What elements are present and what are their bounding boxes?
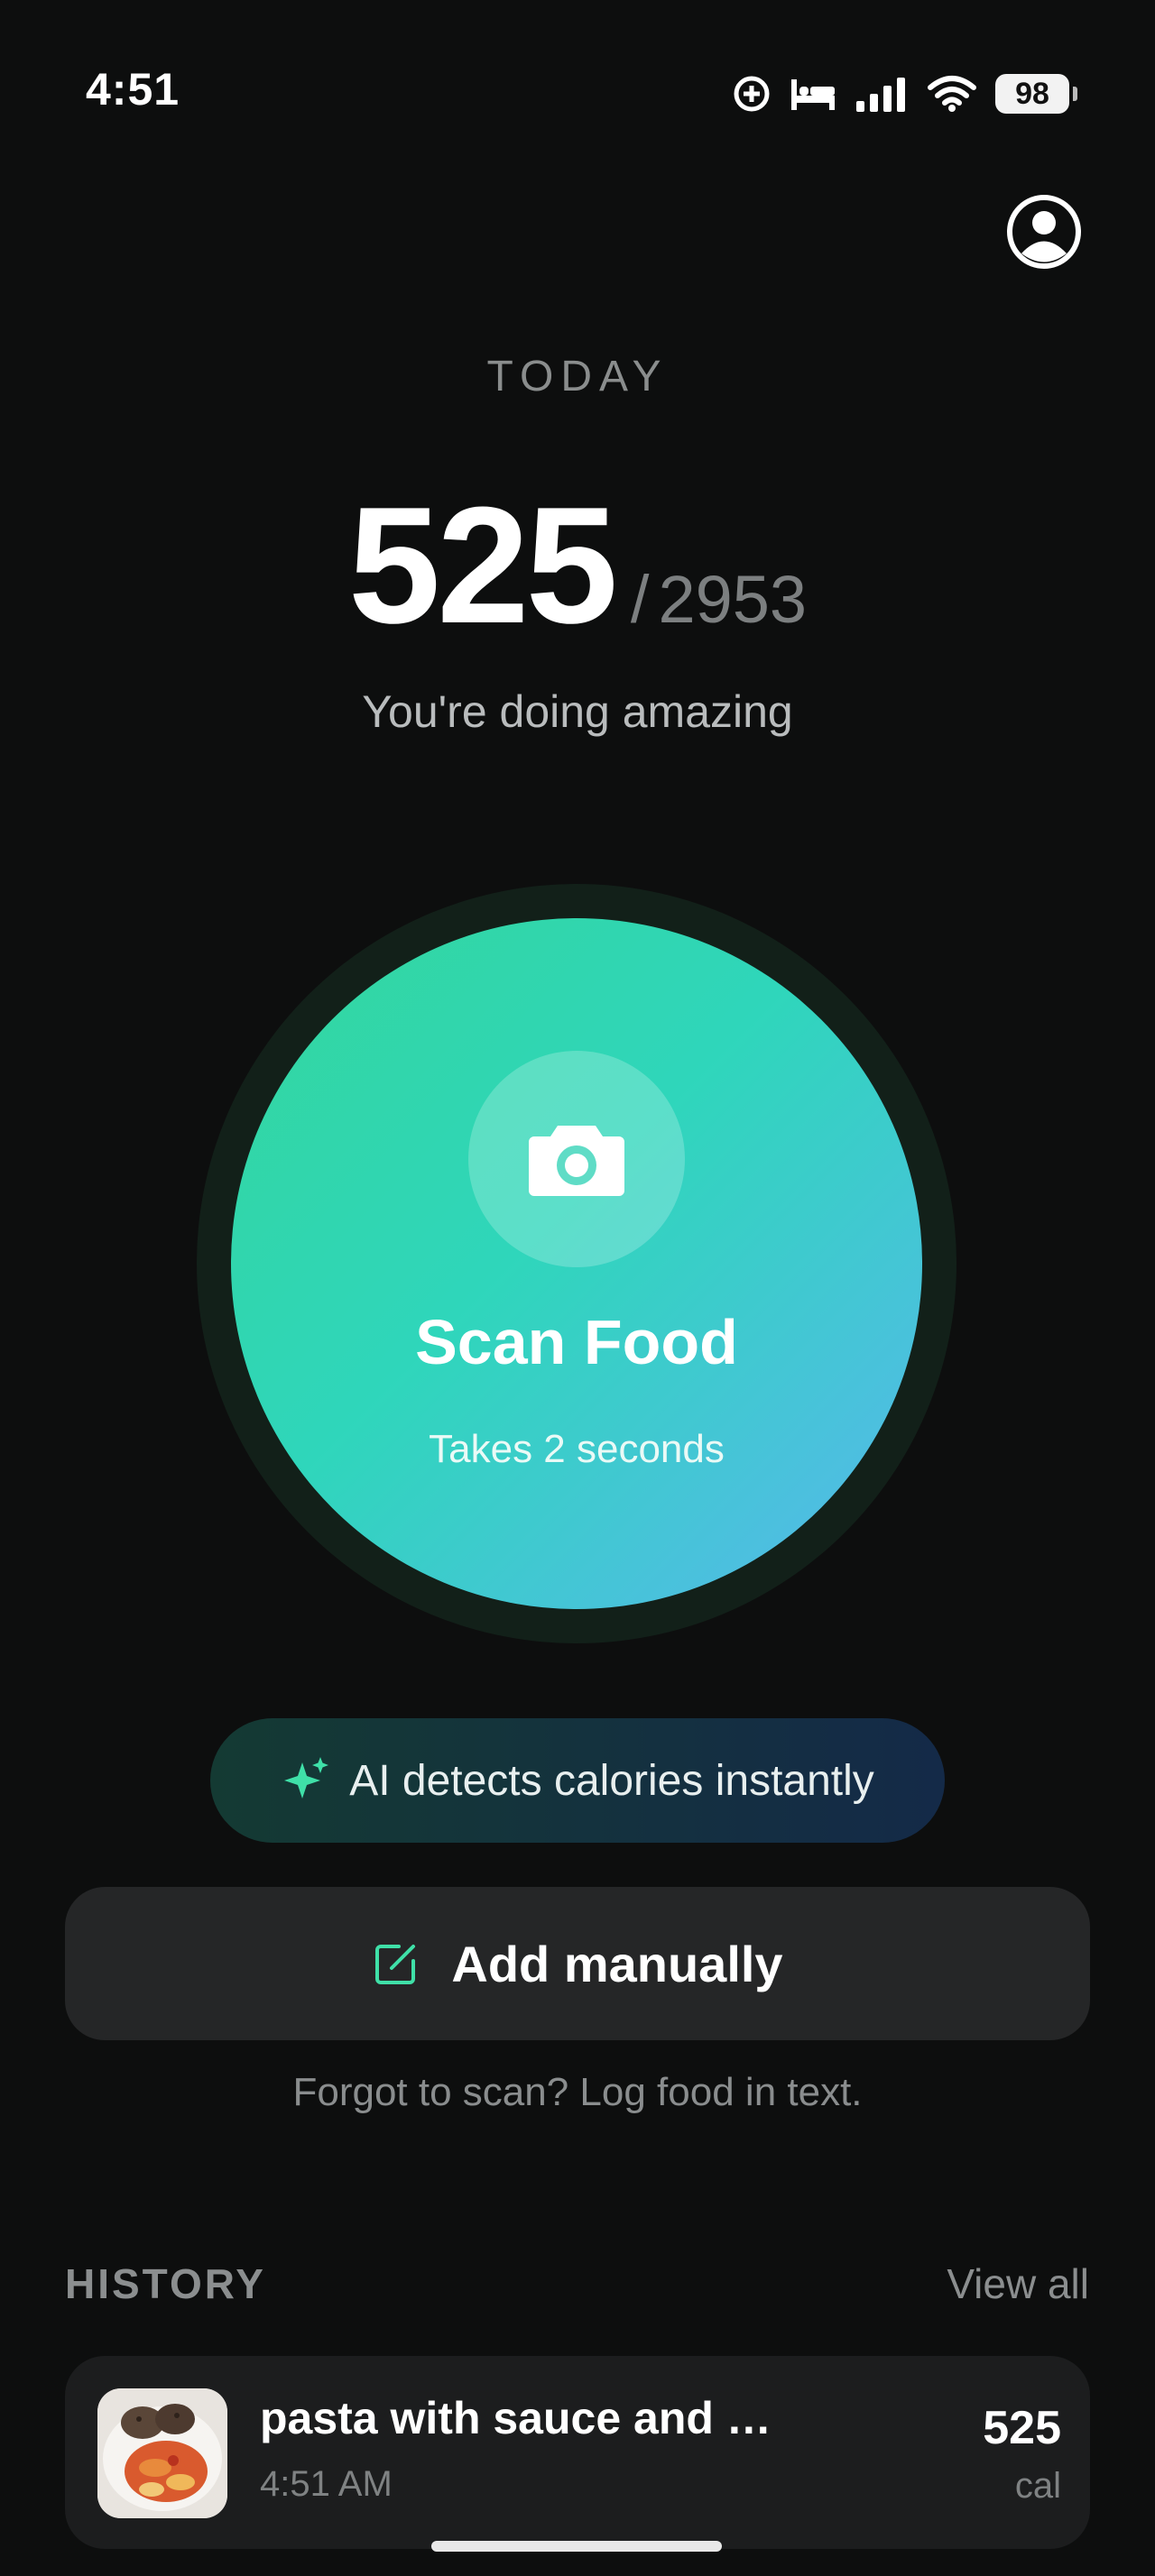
signal-icon — [856, 78, 905, 112]
status-icons: 98 — [732, 67, 1077, 121]
food-calories-unit: cal — [1014, 2466, 1061, 2506]
scan-food-title: Scan Food — [415, 1307, 738, 1377]
food-thumbnail — [97, 2388, 227, 2518]
encouragement-text: You're doing amazing — [362, 686, 793, 737]
food-name: pasta with sauce and meat patti… — [260, 2393, 801, 2443]
scan-food-subtitle: Takes 2 seconds — [429, 1427, 725, 1471]
profile-button[interactable] — [1005, 193, 1083, 271]
add-manually-button[interactable]: Add manually — [65, 1887, 1090, 2040]
calories-goal: 2953 — [658, 562, 808, 637]
food-time: 4:51 AM — [260, 2464, 393, 2504]
history-title: HISTORY — [65, 2260, 266, 2307]
status-time: 4:51 — [86, 64, 180, 115]
camera-icon — [529, 1126, 624, 1196]
edit-note-icon — [375, 1945, 416, 1984]
focus-icon — [734, 76, 770, 112]
manual-hint: Forgot to scan? Log food in text. — [292, 2070, 863, 2114]
account-circle-icon — [1007, 195, 1081, 269]
battery-level: 98 — [1015, 76, 1049, 111]
camera-badge — [468, 1051, 685, 1267]
history-item[interactable]: pasta with sauce and meat patti… 4:51 AM… — [65, 2356, 1090, 2549]
ai-feature-text: AI detects calories instantly — [349, 1756, 874, 1805]
add-manually-label: Add manually — [451, 1935, 783, 1992]
today-label: TODAY — [486, 353, 669, 400]
battery-icon: 98 — [995, 74, 1077, 114]
food-photo — [97, 2388, 227, 2518]
ai-feature-pill: AI detects calories instantly — [210, 1718, 945, 1843]
calorie-summary: 525/2953 — [0, 469, 1155, 660]
food-calories: 525 — [983, 2402, 1061, 2454]
calories-consumed: 525 — [347, 472, 618, 658]
sparkle-icon — [284, 1757, 329, 1799]
sleep-bed-icon — [791, 79, 835, 110]
calories-separator: / — [630, 562, 650, 637]
view-all-link[interactable]: View all — [947, 2259, 1089, 2308]
home-indicator[interactable] — [431, 2541, 722, 2552]
wifi-icon — [928, 76, 976, 112]
